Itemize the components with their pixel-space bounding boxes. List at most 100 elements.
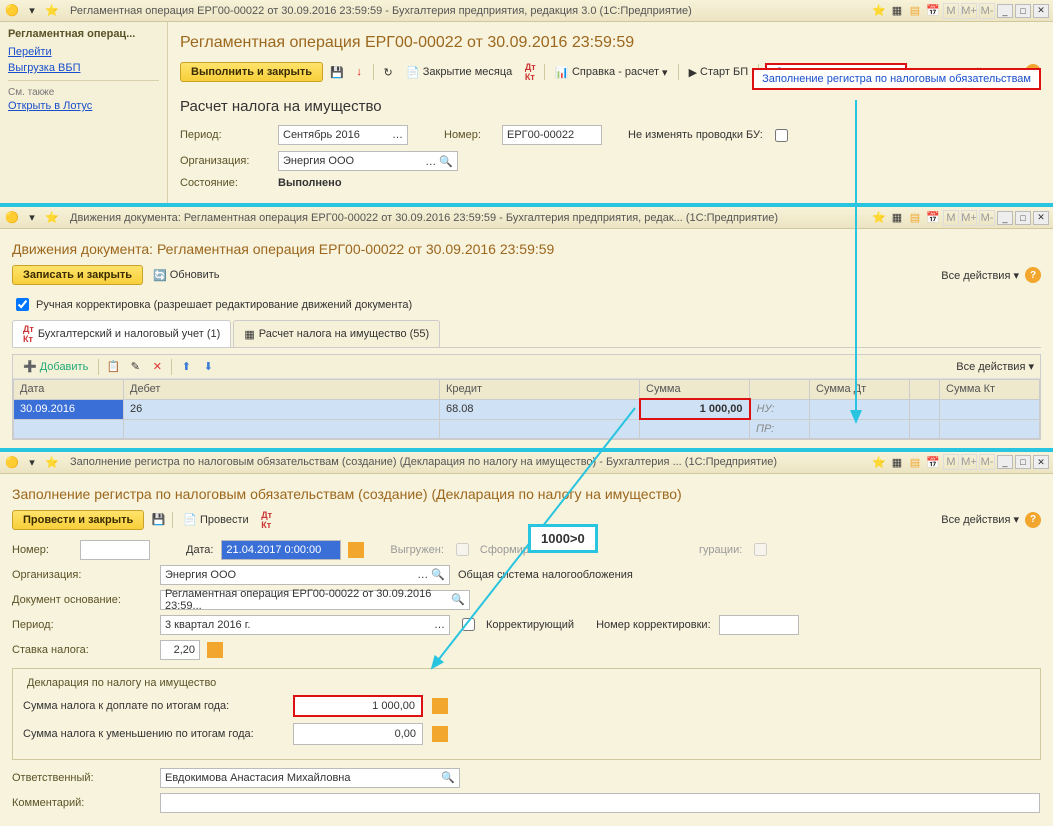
all-actions-2[interactable]: Все действия ▾	[941, 269, 1019, 282]
mminus-btn[interactable]: M-	[979, 3, 995, 19]
minimize-btn[interactable]: _	[997, 4, 1013, 18]
sum2-calc-icon[interactable]	[432, 726, 448, 742]
manual-edit-checkbox[interactable]	[16, 298, 29, 311]
dk-icon-3[interactable]: ДтКт	[259, 512, 275, 528]
cell-sum[interactable]: 1 000,00	[640, 399, 750, 419]
sum2-input[interactable]: 0,00	[293, 723, 423, 745]
period-input[interactable]: Сентябрь 2016…	[278, 125, 408, 145]
m-btn-3[interactable]: M	[943, 454, 959, 470]
up-icon[interactable]: ⬆	[178, 359, 194, 375]
minimize-btn-2[interactable]: _	[997, 211, 1013, 225]
close-month-button[interactable]: 📄Закрытие месяца	[402, 64, 516, 81]
close-btn-3[interactable]: ✕	[1033, 455, 1049, 469]
help-icon-3[interactable]: ?	[1025, 512, 1041, 528]
date-picker-icon[interactable]	[348, 542, 364, 558]
grid-icon-3[interactable]: ▦	[889, 454, 905, 470]
table-row-2[interactable]: ПР:	[14, 419, 1040, 438]
org-input[interactable]: Энергия ООО… 🔍	[278, 151, 458, 171]
edit-icon[interactable]: ✎	[127, 359, 143, 375]
nav-down-icon-2[interactable]: ▾	[24, 210, 40, 226]
down-icon[interactable]: ⬇	[200, 359, 216, 375]
down-arrow-icon[interactable]: ↓	[351, 64, 367, 80]
add-button[interactable]: ➕ Добавить	[19, 358, 92, 375]
calc-icon-2[interactable]: ▤	[907, 210, 923, 226]
grid-icon-2[interactable]: ▦	[889, 210, 905, 226]
all-actions-table[interactable]: Все действия ▾	[956, 360, 1034, 373]
rate-input[interactable]: 2,20	[160, 640, 200, 660]
refresh-icon[interactable]: ↻	[380, 64, 396, 80]
mminus-btn-2[interactable]: M-	[979, 210, 995, 226]
rate-calc-icon[interactable]	[207, 642, 223, 658]
correcting-checkbox[interactable]	[462, 618, 475, 631]
execute-close-button[interactable]: Выполнить и закрыть	[180, 62, 323, 82]
calendar-icon[interactable]: 📅	[925, 3, 941, 19]
maximize-btn[interactable]: □	[1015, 4, 1031, 18]
calendar-icon-2[interactable]: 📅	[925, 210, 941, 226]
date-input[interactable]: 21.04.2017 0:00:00	[221, 540, 341, 560]
fav-icon-3[interactable]: ⭐	[871, 454, 887, 470]
cell-date[interactable]: 30.09.2016	[14, 399, 124, 419]
m-btn[interactable]: M	[943, 3, 959, 19]
maximize-btn-2[interactable]: □	[1015, 211, 1031, 225]
post-close-button[interactable]: Провести и закрыть	[12, 510, 144, 530]
help-icon-2[interactable]: ?	[1025, 267, 1041, 283]
comment-input[interactable]	[160, 793, 1040, 813]
sum1-calc-icon[interactable]	[432, 698, 448, 714]
save-icon[interactable]: 💾	[329, 64, 345, 80]
dropdown-fill-register[interactable]: Заполнение регистра по налоговым обязате…	[752, 68, 1041, 90]
tab-tax-calc[interactable]: ▦ Расчет налога на имущество (55)	[233, 320, 440, 347]
basis-input[interactable]: Регламентная операция ЕРГ00-00022 от 30.…	[160, 590, 470, 610]
table-row[interactable]: 30.09.2016 26 68.08 1 000,00 НУ:	[14, 399, 1040, 419]
minimize-btn-3[interactable]: _	[997, 455, 1013, 469]
cell-sumkt[interactable]	[940, 399, 1040, 419]
startbp-button[interactable]: ▶ Старт БП	[685, 64, 753, 81]
maximize-btn-3[interactable]: □	[1015, 455, 1031, 469]
resp-input[interactable]: Евдокимова Анастасия Михайловна🔍	[160, 768, 460, 788]
tab-accounting[interactable]: ДтКтБухгалтерский и налоговый учет (1)	[12, 320, 231, 347]
calendar-icon-3[interactable]: 📅	[925, 454, 941, 470]
col-sumdt[interactable]: Сумма Дт	[810, 380, 910, 400]
close-btn[interactable]: ✕	[1033, 4, 1049, 18]
sum1-input[interactable]: 1 000,00	[293, 695, 423, 717]
m-btn-2[interactable]: M	[943, 210, 959, 226]
mplus-btn-3[interactable]: M+	[961, 454, 977, 470]
dk-icon[interactable]: ДтКт	[522, 64, 538, 80]
conduct-button[interactable]: 📄 Провести	[179, 511, 252, 528]
calc-icon-3[interactable]: ▤	[907, 454, 923, 470]
mplus-btn[interactable]: M+	[961, 3, 977, 19]
copy-icon[interactable]: 📋	[105, 359, 121, 375]
cell-sumdt[interactable]	[810, 399, 910, 419]
col-credit[interactable]: Кредит	[440, 380, 640, 400]
sidebar-link-export[interactable]: Выгрузка ВБП	[8, 60, 159, 76]
org-input-3[interactable]: Энергия ООО… 🔍	[160, 565, 450, 585]
save-icon-3[interactable]: 💾	[150, 512, 166, 528]
fav-icon-2[interactable]: ⭐	[871, 210, 887, 226]
mplus-btn-2[interactable]: M+	[961, 210, 977, 226]
star-icon-3[interactable]: ⭐	[44, 454, 60, 470]
period-input-3[interactable]: 3 квартал 2016 г.…	[160, 615, 450, 635]
corr-num-input[interactable]	[719, 615, 799, 635]
all-actions-3[interactable]: Все действия ▾	[941, 513, 1019, 526]
nav-down-icon[interactable]: ▾	[24, 3, 40, 19]
col-debit[interactable]: Дебет	[124, 380, 440, 400]
sidebar-link-lotus[interactable]: Открыть в Лотус	[8, 98, 159, 114]
sidebar-goto[interactable]: Перейти	[8, 44, 159, 60]
star-icon-2[interactable]: ⭐	[44, 210, 60, 226]
calc-icon[interactable]: ▤	[907, 3, 923, 19]
nav-down-icon-3[interactable]: ▾	[24, 454, 40, 470]
close-btn-2[interactable]: ✕	[1033, 211, 1049, 225]
number-input[interactable]: ЕРГ00-00022	[502, 125, 602, 145]
grid-icon[interactable]: ▦	[889, 3, 905, 19]
cell-credit[interactable]: 68.08	[440, 399, 640, 419]
col-sum[interactable]: Сумма	[640, 380, 750, 400]
star-icon[interactable]: ⭐	[44, 3, 60, 19]
spravka-button[interactable]: 📊 Справка - расчет ▾	[551, 64, 671, 81]
fav-icon[interactable]: ⭐	[871, 3, 887, 19]
col-sumkt[interactable]: Сумма Кт	[940, 380, 1040, 400]
refresh-button[interactable]: 🔄 Обновить	[149, 267, 224, 284]
number-input-3[interactable]	[80, 540, 150, 560]
delete-icon[interactable]: ✕	[149, 359, 165, 375]
cell-debit[interactable]: 26	[124, 399, 440, 419]
mminus-btn-3[interactable]: M-	[979, 454, 995, 470]
col-date[interactable]: Дата	[14, 380, 124, 400]
